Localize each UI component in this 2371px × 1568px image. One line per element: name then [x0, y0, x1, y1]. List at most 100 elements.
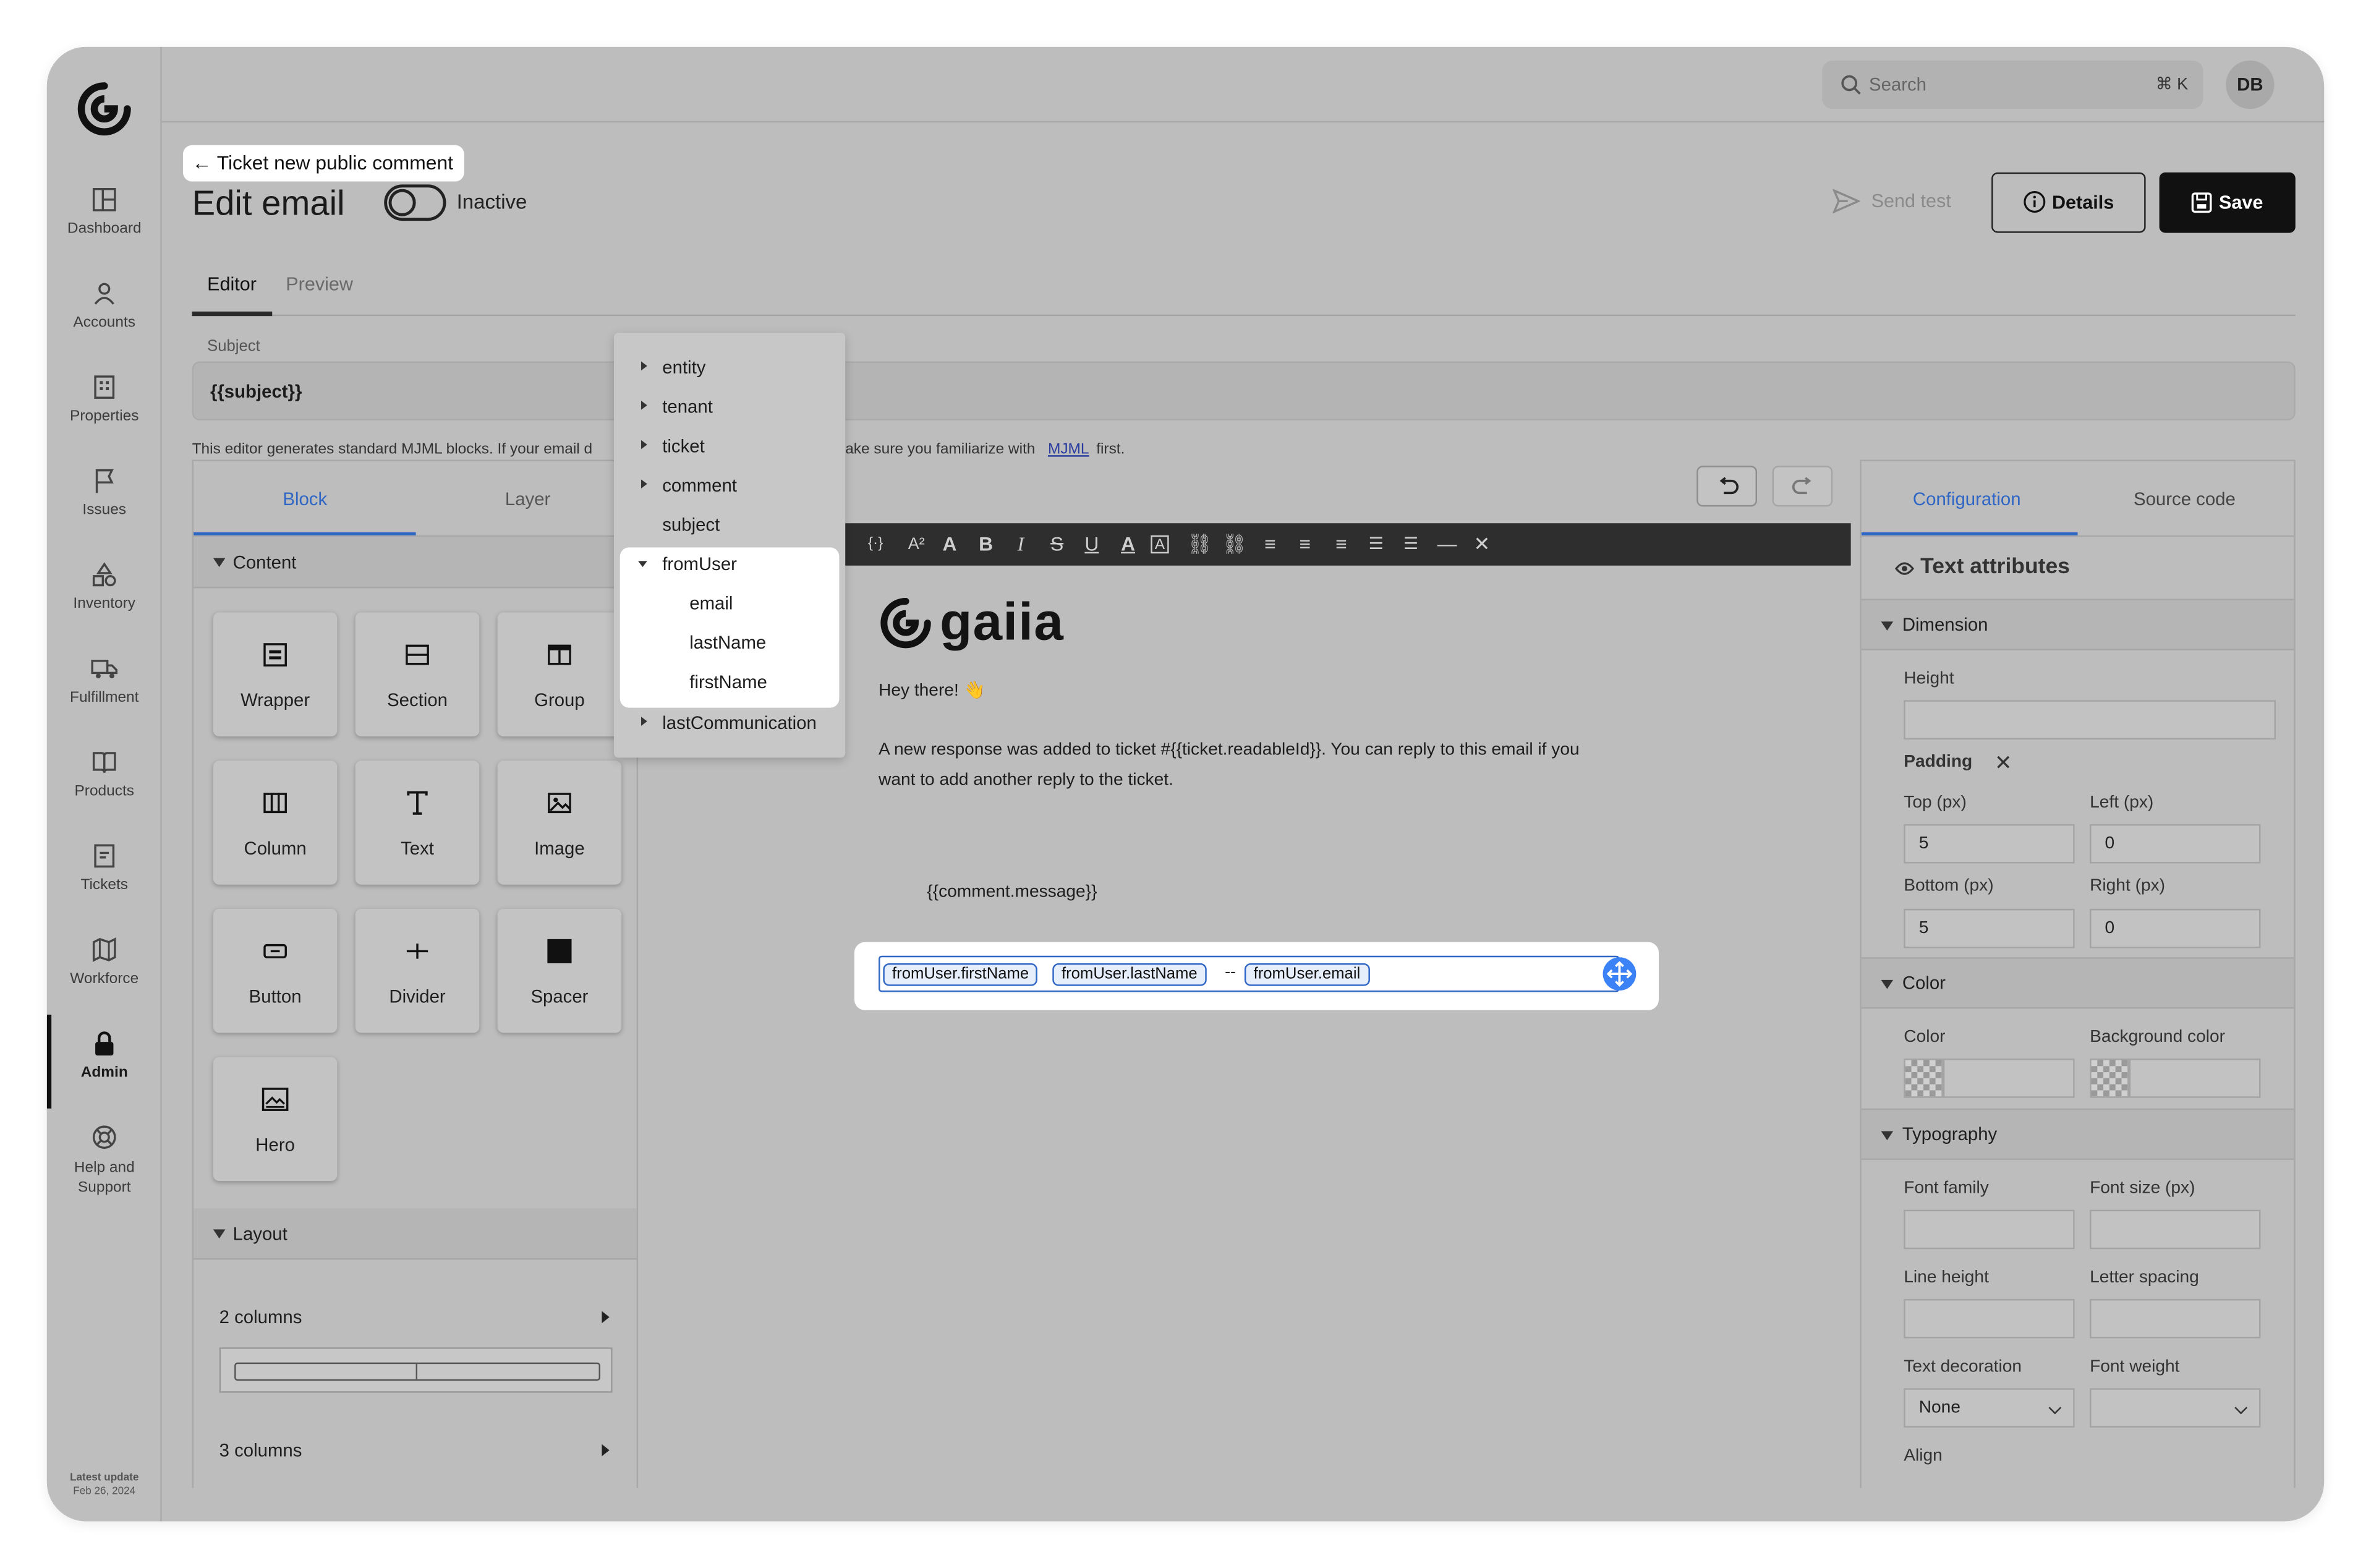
color-swatch[interactable]: [1904, 1059, 1943, 1098]
content-section-header[interactable]: Content: [194, 537, 637, 589]
typography-heading: Typography: [1902, 1123, 1998, 1145]
block-button[interactable]: Button: [213, 908, 338, 1033]
drag-handle[interactable]: [1603, 957, 1637, 991]
redo-button[interactable]: [1772, 466, 1833, 507]
dropdown-item-ticket[interactable]: ticket: [614, 427, 845, 466]
tab-layer[interactable]: Layer: [505, 488, 550, 509]
undo-button[interactable]: [1696, 466, 1758, 507]
tab-source-code[interactable]: Source code: [2134, 488, 2236, 509]
letter-spacing-input[interactable]: [2090, 1298, 2261, 1339]
link-icon[interactable]: ⛓: [1187, 532, 1212, 556]
send-test-button[interactable]: Send test: [1832, 188, 1951, 214]
clear-format-icon[interactable]: ✕: [1470, 532, 1494, 556]
block-section[interactable]: Section: [355, 612, 480, 737]
italic-icon[interactable]: I: [1008, 532, 1032, 556]
save-button[interactable]: Save: [2159, 172, 2296, 233]
signature-separator: --: [1225, 963, 1237, 982]
email-body-line-2[interactable]: want to add another reply to the ticket.: [879, 765, 1173, 796]
block-text[interactable]: Text: [355, 761, 480, 885]
block-label: Button: [249, 986, 302, 1007]
email-greeting[interactable]: Hey there! 👋: [879, 676, 985, 706]
close-icon[interactable]: ✕: [1994, 750, 2012, 776]
height-input[interactable]: [1904, 700, 2276, 739]
signature-text-field[interactable]: fromUser.firstName fromUser.lastName -- …: [879, 955, 1620, 992]
highlight-icon[interactable]: A: [1151, 535, 1169, 554]
background-color-swatch[interactable]: [2090, 1059, 2129, 1098]
layout-2-columns-preview[interactable]: [219, 1347, 613, 1393]
block-panel-tabs: Block Layer: [194, 461, 637, 537]
dropdown-item-label: entity: [662, 357, 706, 378]
font-family-input[interactable]: [1904, 1209, 2075, 1250]
text-decoration-select[interactable]: None: [1904, 1388, 2075, 1428]
merge-tag-chip[interactable]: fromUser.lastName: [1052, 963, 1207, 986]
block-hero[interactable]: Hero: [213, 1057, 338, 1182]
font-weight-select[interactable]: [2090, 1388, 2261, 1428]
padding-bottom-input[interactable]: 5: [1904, 908, 2075, 948]
back-link[interactable]: ← Ticket new public comment: [182, 145, 464, 182]
color-section-header[interactable]: Color: [1861, 957, 2294, 1009]
move-icon: [1606, 961, 1633, 987]
email-body-line-1[interactable]: A new response was added to ticket #{{ti…: [879, 735, 1580, 765]
dropdown-subitem-lastname[interactable]: lastName: [614, 623, 845, 663]
save-icon: [2192, 192, 2213, 213]
font-size-input[interactable]: [2090, 1209, 2261, 1250]
tab-configuration[interactable]: Configuration: [1913, 488, 2021, 509]
text-color-icon[interactable]: A: [1116, 532, 1140, 556]
color-input[interactable]: [1943, 1059, 2075, 1098]
caret-right-icon[interactable]: [602, 1444, 610, 1457]
typography-section-header[interactable]: Typography: [1861, 1108, 2294, 1160]
block-spacer[interactable]: Spacer: [497, 908, 622, 1033]
layout-3-columns-label[interactable]: 3 columns: [219, 1439, 302, 1460]
merge-tag-chip[interactable]: fromUser.email: [1244, 963, 1369, 986]
dropdown-item-lastcommunication[interactable]: lastCommunication: [614, 703, 845, 743]
dropdown-item-fromuser[interactable]: fromUser: [614, 544, 845, 584]
active-toggle[interactable]: [384, 184, 446, 221]
horizontal-rule-icon[interactable]: —: [1435, 532, 1459, 556]
comment-variable[interactable]: {{comment.message}}: [927, 877, 1097, 908]
dropdown-subitem-firstname[interactable]: firstName: [614, 662, 845, 702]
merge-tag-chip[interactable]: fromUser.firstName: [883, 963, 1038, 986]
layout-2-columns-label[interactable]: 2 columns: [219, 1306, 302, 1327]
merge-tag-icon[interactable]: {·}: [864, 532, 888, 556]
padding-top-input[interactable]: 5: [1904, 824, 2075, 864]
bold-icon[interactable]: B: [974, 532, 998, 556]
align-center-icon[interactable]: ≡: [1293, 532, 1317, 556]
block-group[interactable]: Group: [497, 612, 622, 737]
ordered-list-icon[interactable]: ☰: [1364, 532, 1388, 556]
image-icon: [548, 793, 571, 814]
dimension-section-header[interactable]: Dimension: [1861, 599, 2294, 650]
tab-preview[interactable]: Preview: [286, 274, 353, 295]
block-image[interactable]: Image: [497, 761, 622, 885]
block-wrapper[interactable]: Wrapper: [213, 612, 338, 737]
underline-icon[interactable]: U: [1079, 532, 1104, 556]
redo-icon: [1792, 477, 1811, 495]
details-button[interactable]: Details: [1991, 172, 2146, 233]
dropdown-item-subject[interactable]: subject: [614, 505, 845, 545]
tab-block[interactable]: Block: [283, 488, 327, 509]
align-left-icon[interactable]: ≡: [1258, 532, 1282, 556]
dropdown-item-entity[interactable]: entity: [614, 348, 845, 388]
padding-right-input[interactable]: 0: [2090, 908, 2261, 948]
padding-left-input[interactable]: 0: [2090, 824, 2261, 864]
subject-field[interactable]: {{subject}}: [192, 361, 2296, 420]
background-color-input[interactable]: [2129, 1059, 2261, 1098]
line-height-input[interactable]: [1904, 1298, 2075, 1339]
dropdown-item-comment[interactable]: comment: [614, 466, 845, 505]
tab-editor[interactable]: Editor: [207, 274, 257, 295]
font-size-label: Font size (px): [2090, 1179, 2195, 1198]
signature-block-selected[interactable]: fromUser.firstName fromUser.lastName -- …: [854, 942, 1659, 1010]
layout-section-header[interactable]: Layout: [194, 1208, 637, 1260]
font-family-icon[interactable]: A: [937, 532, 961, 556]
dropdown-subitem-email[interactable]: email: [614, 584, 845, 623]
strikethrough-icon[interactable]: S: [1045, 532, 1069, 556]
block-divider[interactable]: Divider: [355, 908, 480, 1033]
block-column[interactable]: Column: [213, 761, 338, 885]
dropdown-item-tenant[interactable]: tenant: [614, 387, 845, 427]
unlink-icon[interactable]: ⛓: [1222, 532, 1246, 556]
mjml-link[interactable]: MJML: [1048, 441, 1089, 458]
bullet-list-icon[interactable]: ☰: [1398, 532, 1423, 556]
caret-right-icon[interactable]: [602, 1311, 610, 1324]
align-right-icon[interactable]: ≡: [1329, 532, 1353, 556]
notice-text-start: This editor generates standard MJML bloc…: [192, 441, 593, 459]
font-size-icon[interactable]: A²: [905, 532, 929, 556]
